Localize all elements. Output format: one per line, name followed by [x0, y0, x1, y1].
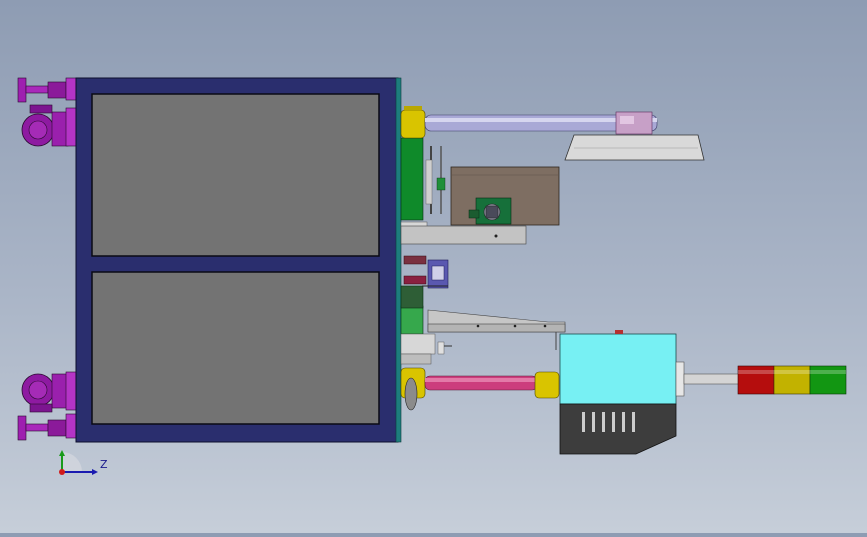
- upper-panel: [91, 93, 380, 257]
- triad-plane-icon: [62, 452, 82, 472]
- bottom-leveling-foot[interactable]: [17, 413, 79, 441]
- machine-assembly-drawing[interactable]: [0, 0, 867, 533]
- bottom-pneumatic-cylinder[interactable]: [400, 367, 560, 411]
- electrical-cabinet[interactable]: [559, 330, 677, 455]
- top-caster-wheel[interactable]: [21, 104, 79, 147]
- bottom-caster-wheel[interactable]: [21, 371, 79, 413]
- signal-tower-light[interactable]: [675, 361, 847, 397]
- z-axis-label: Z: [100, 458, 108, 471]
- coordinate-triad[interactable]: Z: [50, 448, 110, 478]
- top-leveling-foot[interactable]: [17, 77, 79, 103]
- x-axis-dot: [59, 469, 65, 475]
- suction-plate[interactable]: [564, 134, 705, 161]
- main-frame[interactable]: [75, 77, 402, 443]
- cad-viewport[interactable]: Z: [0, 0, 867, 533]
- lower-panel: [91, 271, 380, 425]
- top-pneumatic-cylinder[interactable]: [400, 106, 658, 139]
